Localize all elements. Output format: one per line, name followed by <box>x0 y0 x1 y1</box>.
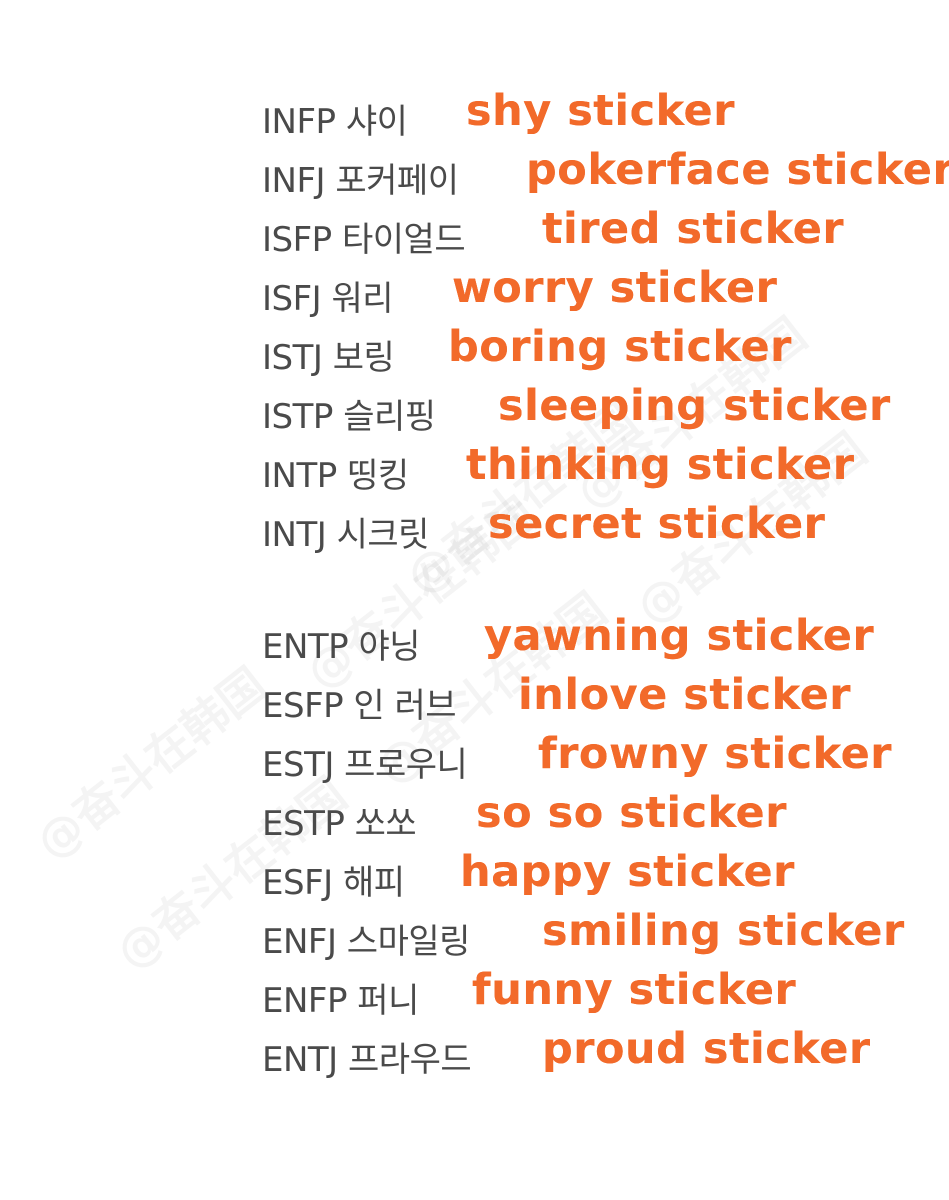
sticker-translation: boring sticker <box>448 322 792 372</box>
sticker-translation: inlove sticker <box>518 670 851 720</box>
mbti-type-label: ESTP 쏘쏘 <box>262 804 417 844</box>
sticker-translation: worry sticker <box>452 263 778 313</box>
sticker-translation: secret sticker <box>488 499 826 549</box>
list-item: ESFJ 해피 happy sticker <box>262 847 949 911</box>
list-item: ISTJ 보링 boring sticker <box>262 322 949 386</box>
list-item: INFJ 포커페이 pokerface sticker <box>262 145 949 209</box>
mbti-type-label: INFJ 포커페이 <box>262 161 459 201</box>
sticker-translation: frowny sticker <box>538 729 892 779</box>
sticker-translation: happy sticker <box>460 847 795 897</box>
list-item: ESTP 쏘쏘 so so sticker <box>262 788 949 852</box>
document-page: @奋斗在韩国 @奋斗在韩国 @奋斗在韩国 @奋斗在韩国 @奋斗在韩国 @奋斗在韩… <box>0 0 949 1200</box>
mbti-type-label: ISFJ 워리 <box>262 279 394 319</box>
mbti-type-label: ENFP 퍼니 <box>262 981 419 1021</box>
list-item: ENTJ 프라우드 proud sticker <box>262 1024 949 1088</box>
sticker-translation: smiling sticker <box>542 906 905 956</box>
sticker-translation: sleeping sticker <box>498 381 891 431</box>
sticker-translation: pokerface sticker <box>526 145 949 195</box>
sticker-translation: funny sticker <box>472 965 797 1015</box>
sticker-translation: so so sticker <box>476 788 787 838</box>
sticker-translation: yawning sticker <box>484 611 875 661</box>
mbti-type-label: ESFP 인 러브 <box>262 686 457 726</box>
list-item: ESTJ 프로우니 frowny sticker <box>262 729 949 793</box>
list-item: ISFJ 워리 worry sticker <box>262 263 949 327</box>
mbti-type-label: ISTJ 보링 <box>262 338 395 378</box>
list-item: ENTP 야닝 yawning sticker <box>262 611 949 675</box>
sticker-translation: shy sticker <box>466 86 735 136</box>
list-item: INFP 샤이 shy sticker <box>262 86 949 150</box>
mbti-type-label: INFP 샤이 <box>262 102 408 142</box>
list-item: ENFP 퍼니 funny sticker <box>262 965 949 1029</box>
sticker-translation: tired sticker <box>542 204 845 254</box>
list-item: ESFP 인 러브 inlove sticker <box>262 670 949 734</box>
mbti-type-label: ISTP 슬리핑 <box>262 397 436 437</box>
mbti-type-label: ENTJ 프라우드 <box>262 1040 472 1080</box>
mbti-type-label: ENTP 야닝 <box>262 627 421 667</box>
list-item: INTJ 시크릿 secret sticker <box>262 499 949 563</box>
mbti-type-label: INTJ 시크릿 <box>262 515 429 555</box>
mbti-type-label: ISFP 타이얼드 <box>262 220 466 260</box>
list-item: ISFP 타이얼드 tired sticker <box>262 204 949 268</box>
sticker-translation: thinking sticker <box>466 440 855 490</box>
sticker-translation: proud sticker <box>542 1024 871 1074</box>
mbti-type-label: ENFJ 스마일링 <box>262 922 470 962</box>
mbti-type-label: INTP 띵킹 <box>262 456 409 496</box>
mbti-type-label: ESFJ 해피 <box>262 863 405 903</box>
watermark: @奋斗在韩国 <box>20 650 278 872</box>
list-item: ENFJ 스마일링 smiling sticker <box>262 906 949 970</box>
list-item: ISTP 슬리핑 sleeping sticker <box>262 381 949 445</box>
list-item: INTP 띵킹 thinking sticker <box>262 440 949 504</box>
mbti-type-label: ESTJ 프로우니 <box>262 745 468 785</box>
